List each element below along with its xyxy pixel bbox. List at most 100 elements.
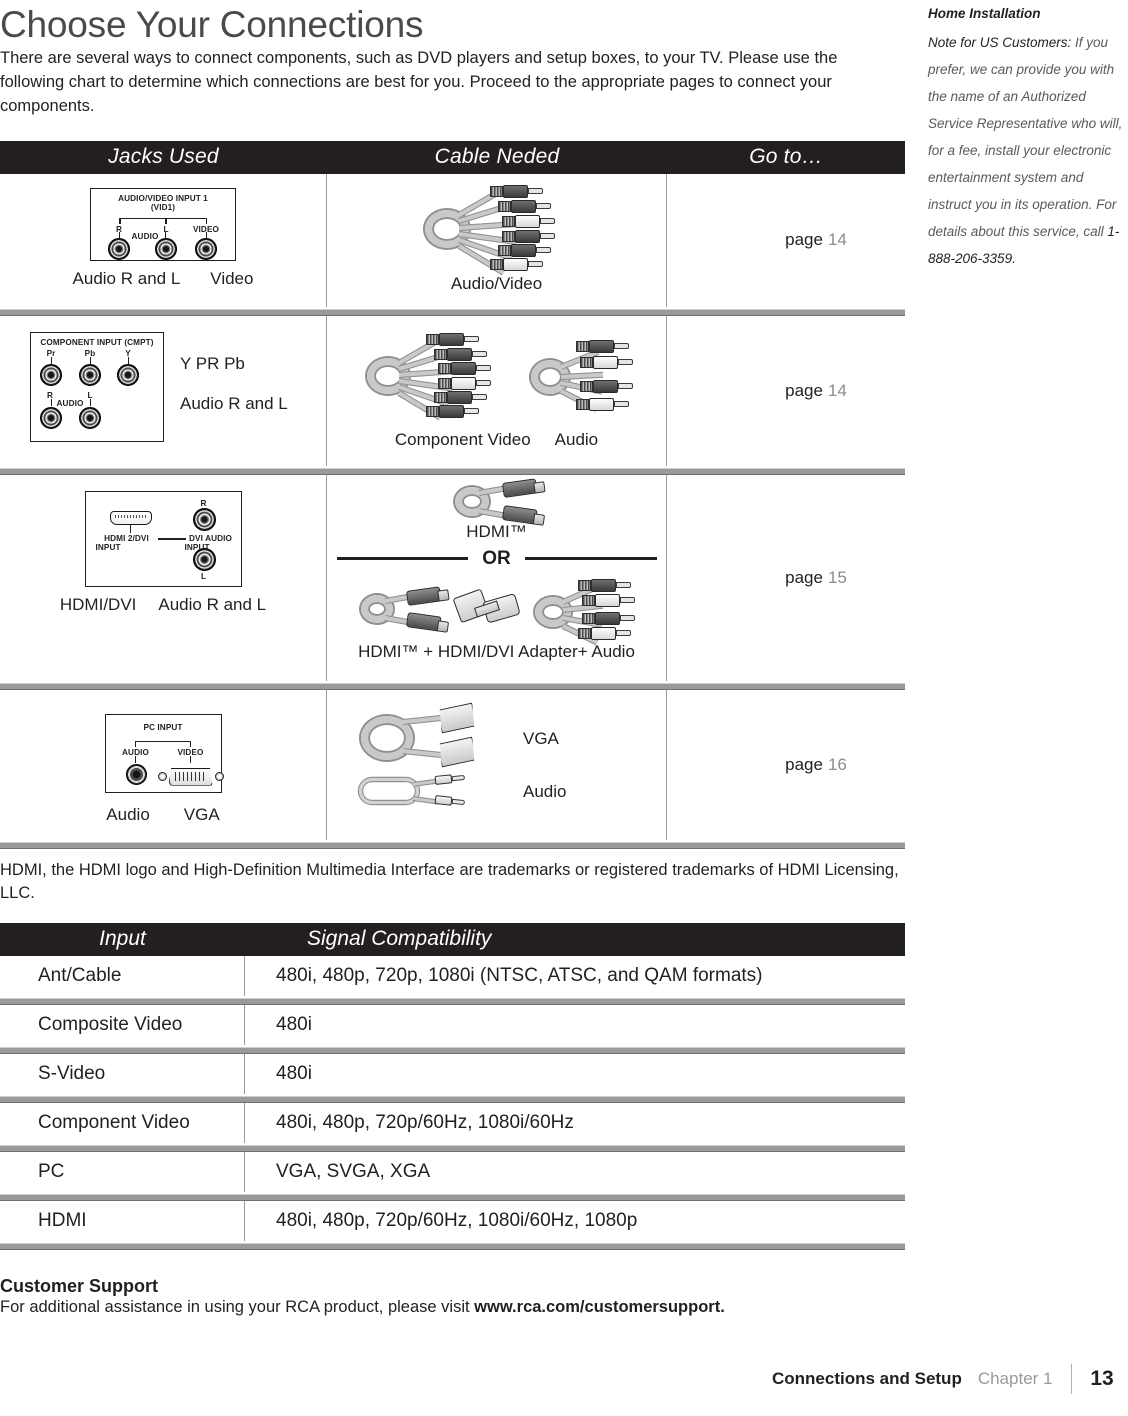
rca-jack-audio-r <box>40 406 62 429</box>
vga-screw-right <box>214 772 224 782</box>
component-input-panel: COMPONENT INPUT (CMPT) Pr Pb Y R L AUDIO <box>30 331 164 442</box>
row-separator <box>0 1192 905 1201</box>
panel-label-dvi-audio: DVI AUDIO <box>189 533 232 543</box>
row-separator <box>0 1143 905 1152</box>
row-separator <box>0 1241 905 1250</box>
vga-screw-left <box>157 772 167 782</box>
column-header-input: Input <box>99 927 146 951</box>
cable-caption-component-video: Component Video <box>394 429 531 449</box>
table-row: COMPONENT INPUT (CMPT) Pr Pb Y R L AUDIO… <box>0 315 905 466</box>
or-label: OR <box>482 547 511 569</box>
jack-caption-audio: Audio <box>106 804 150 824</box>
rca-jack-audio-l <box>79 406 101 429</box>
rca-jack-dvi-l <box>192 547 216 571</box>
goto-cell: page 14 <box>667 316 905 466</box>
cable-caption-vga: VGA <box>523 728 559 748</box>
jacks-cell: HDMI 2/DVI INPUT DVI AUDIO INPUT R L HDM… <box>0 474 327 681</box>
audio-cable-graphic-2 <box>531 578 635 645</box>
footer-page-number: 13 <box>1090 1367 1114 1390</box>
trademark-note: HDMI, the HDMI logo and High-Definition … <box>0 860 899 902</box>
jack-caption-audio-rl: Audio R and L <box>158 594 267 614</box>
table-row: S-Video 480i <box>0 1053 905 1094</box>
av-input-1-panel: AUDIO/VIDEO INPUT 1 (VID1) R L VIDEO AUD <box>90 187 236 261</box>
input-name: S-Video <box>0 1053 245 1094</box>
footer-divider <box>1070 1364 1072 1394</box>
column-header-jacks: Jacks Used <box>108 145 219 169</box>
intro-paragraph: There are several ways to connect compon… <box>0 48 838 115</box>
input-name: Component Video <box>0 1102 245 1143</box>
goto-page-number: 16 <box>827 754 847 774</box>
table-row: AUDIO/VIDEO INPUT 1 (VID1) R L VIDEO AUD <box>0 173 905 307</box>
jack-caption-video: Video <box>210 268 254 288</box>
panel-subtitle: (VID1) <box>150 203 176 213</box>
panel-title: COMPONENT INPUT (CMPT) <box>40 337 154 347</box>
goto-page-number: 14 <box>827 230 847 250</box>
footer-chapter: Chapter 1 <box>977 1369 1053 1388</box>
rca-jack-pr <box>40 363 62 386</box>
cable-caption-audio: Audio <box>554 429 599 449</box>
audio-cable-graphic <box>525 328 635 428</box>
signal-compatibility-table: Input Signal Compatibility Ant/Cable 480… <box>0 922 905 1250</box>
input-name: Ant/Cable <box>0 955 245 996</box>
vga-cable-graphic <box>355 704 485 774</box>
jack-label-r: R <box>200 498 207 508</box>
side-note-body: Note for US Customers: If you prefer, we… <box>928 29 1124 272</box>
jack-caption-hdmi-dvi: HDMI/DVI <box>59 594 137 614</box>
customer-support-title: Customer Support <box>0 1275 159 1296</box>
table-row: Ant/Cable 480i, 480p, 720p, 1080i (NTSC,… <box>0 955 905 996</box>
goto-word: page <box>785 380 823 400</box>
cable-cell: VGA Audio <box>327 689 667 840</box>
cable-cell: Audio/Video <box>327 173 667 307</box>
goto-page-reference: page 14 <box>667 316 905 466</box>
goto-cell: page 14 <box>667 174 905 307</box>
hdmi-dvi-adapter-graphic <box>451 586 527 632</box>
document-page: Choose Your Connections There are severa… <box>0 0 1128 1416</box>
page-title: Choose Your Connections <box>0 4 424 45</box>
row-separator <box>0 681 905 690</box>
pc-input-panel: PC INPUT AUDIO VIDEO <box>104 713 224 793</box>
table-row: Component Video 480i, 480p, 720p/60Hz, 1… <box>0 1102 905 1143</box>
rca-jack-video <box>195 237 217 260</box>
row-separator <box>0 1094 905 1103</box>
cable-cell: HDMI™ OR HDMI™ + HDMI/DVI Adapter+ Audio <box>327 474 667 681</box>
goto-word: page <box>785 567 823 587</box>
jack-caption-ypbpr: Y PR Pb <box>180 353 245 373</box>
signal-value: 480i, 480p, 720p/60Hz, 1080i/60Hz, 1080p <box>276 1209 638 1231</box>
connections-table: Jacks Used Cable Neded Go to… AUDIO/VIDE… <box>0 140 905 849</box>
column-header-goto: Go to… <box>749 145 823 169</box>
hdmi-cable-graphic-2 <box>359 585 447 632</box>
table-row: Composite Video 480i <box>0 1004 905 1045</box>
main-column: Choose Your Connections There are severa… <box>0 0 905 1317</box>
cable-caption-hdmi: HDMI™ <box>466 521 527 541</box>
column-header-cable: Cable Neded <box>434 145 560 169</box>
jack-caption-audio-rl: Audio R and L <box>72 268 181 288</box>
signal-value: 480i <box>276 1062 312 1084</box>
jack-caption-vga: VGA <box>183 804 220 824</box>
rca-jack-l <box>155 237 177 260</box>
side-note-title: Home Installation <box>928 6 1041 21</box>
goto-page-reference: page 16 <box>667 690 905 840</box>
jacks-cell: AUDIO/VIDEO INPUT 1 (VID1) R L VIDEO AUD <box>0 173 327 307</box>
panel-label-hdmi-input: INPUT <box>95 542 121 552</box>
jack-group-label-audio: AUDIO <box>131 231 159 241</box>
or-divider: OR <box>336 547 657 570</box>
jack-caption-audio-rl: Audio R and L <box>180 393 288 413</box>
goto-page-reference: page 14 <box>667 174 905 307</box>
table-row: PC VGA, SVGA, XGA <box>0 1151 905 1192</box>
connections-table-header: Jacks Used Cable Neded Go to… <box>0 140 905 174</box>
panel-title: AUDIO/VIDEO INPUT 1 <box>118 193 208 203</box>
signal-value: 480i, 480p, 720p, 1080i (NTSC, ATSC, and… <box>276 964 763 986</box>
panel-title: PC INPUT <box>143 722 183 732</box>
rca-jack-r <box>108 237 130 260</box>
table-row: PC INPUT AUDIO VIDEO Audio VGA VGA Audio… <box>0 689 905 840</box>
goto-cell: page 15 <box>667 475 905 681</box>
column-header-signal: Signal Compatibility <box>307 927 492 951</box>
rca-jack-pb <box>79 363 101 386</box>
customer-support-url[interactable]: www.rca.com/customersupport. <box>474 1298 725 1316</box>
footer-chapter-name: Connections and Setup <box>771 1369 962 1388</box>
goto-cell: page 16 <box>667 690 905 840</box>
goto-page-number: 14 <box>827 380 847 400</box>
signal-value: VGA, SVGA, XGA <box>276 1160 431 1182</box>
jacks-cell: COMPONENT INPUT (CMPT) Pr Pb Y R L AUDIO… <box>0 315 327 466</box>
divider-line-left <box>336 557 469 560</box>
